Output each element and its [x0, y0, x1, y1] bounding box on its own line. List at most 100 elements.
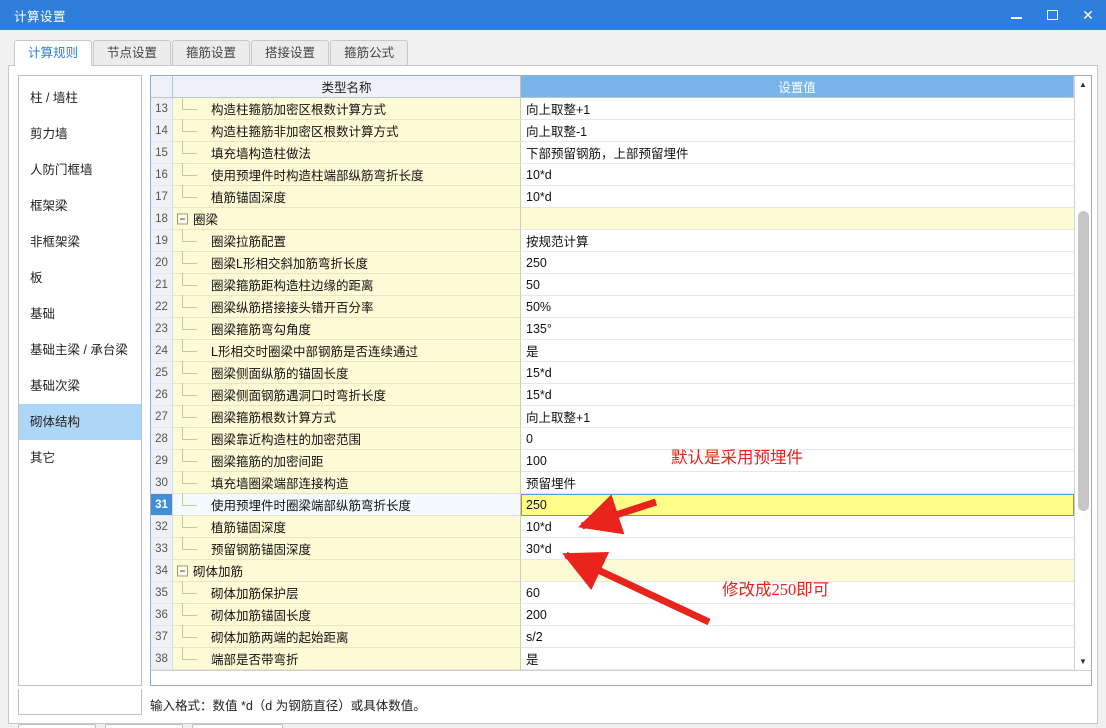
row-name-cell[interactable]: 使用预埋件时圈梁端部纵筋弯折长度 [173, 493, 521, 516]
row-value-cell[interactable]: 预留埋件 [521, 472, 1074, 494]
row-index[interactable]: 27 [151, 406, 173, 428]
row-name-cell[interactable]: 构造柱箍筋非加密区根数计算方式 [173, 119, 521, 142]
row-index[interactable]: 13 [151, 98, 173, 120]
row-value-cell[interactable]: 10*d [521, 164, 1074, 186]
tab-3[interactable]: 搭接设置 [251, 40, 330, 65]
row-index[interactable]: 16 [151, 164, 173, 186]
table-row[interactable]: 34 砌体加筋 [151, 560, 1074, 582]
maximize-button[interactable] [1034, 0, 1070, 30]
table-row[interactable]: 33 预留钢筋锚固深度 30*d [151, 537, 1074, 560]
row-name-cell[interactable]: 圈梁拉筋配置 [173, 229, 521, 252]
row-index[interactable]: 34 [151, 560, 173, 582]
table-row[interactable]: 15 填充墙构造柱做法 下部预留钢筋，上部预留埋件 [151, 141, 1074, 164]
table-row[interactable]: 20 圈梁L形相交斜加筋弯折长度 250 [151, 251, 1074, 274]
row-index[interactable]: 29 [151, 450, 173, 472]
table-row[interactable]: 35 砌体加筋保护层 60 [151, 581, 1074, 604]
scroll-up-button[interactable]: ▲ [1075, 76, 1092, 93]
table-row[interactable]: 14 构造柱箍筋非加密区根数计算方式 向上取整-1 [151, 119, 1074, 142]
tab-4[interactable]: 箍筋公式 [330, 40, 409, 65]
row-value-cell[interactable]: 是 [521, 648, 1074, 670]
table-row[interactable]: 18 圈梁 [151, 208, 1074, 230]
row-value-cell[interactable]: 250 [521, 494, 1074, 516]
tab-2[interactable]: 箍筋设置 [172, 40, 251, 65]
row-value-cell[interactable]: 135° [521, 318, 1074, 340]
sidebar-item-6[interactable]: 基础 [19, 296, 141, 332]
row-name-cell[interactable]: 圈梁纵筋搭接接头错开百分率 [173, 295, 521, 318]
row-value-cell[interactable]: 向上取整-1 [521, 120, 1074, 142]
row-name-cell[interactable]: 端部是否带弯折 [173, 647, 521, 670]
scrollbar-track[interactable] [1075, 93, 1092, 653]
table-row[interactable]: 31 使用预埋件时圈梁端部纵筋弯折长度 250 [151, 493, 1074, 516]
table-row[interactable]: 22 圈梁纵筋搭接接头错开百分率 50% [151, 295, 1074, 318]
scroll-down-button[interactable]: ▼ [1075, 653, 1092, 670]
row-value-cell[interactable]: 15*d [521, 384, 1074, 406]
row-index[interactable]: 30 [151, 472, 173, 494]
close-button[interactable]: ✕ [1070, 0, 1106, 30]
table-row[interactable]: 36 砌体加筋锚固长度 200 [151, 603, 1074, 626]
table-row[interactable]: 26 圈梁侧面钢筋遇洞口时弯折长度 15*d [151, 383, 1074, 406]
row-value-cell[interactable]: 下部预留钢筋，上部预留埋件 [521, 142, 1074, 164]
row-name-cell[interactable]: 砌体加筋保护层 [173, 581, 521, 604]
row-name-cell[interactable]: 植筋锚固深度 [173, 185, 521, 208]
row-index[interactable]: 36 [151, 604, 173, 626]
row-index[interactable]: 18 [151, 208, 173, 230]
row-value-cell[interactable]: 向上取整+1 [521, 98, 1074, 120]
row-value-cell[interactable]: 10*d [521, 186, 1074, 208]
row-index[interactable]: 17 [151, 186, 173, 208]
sidebar-item-3[interactable]: 框架梁 [19, 188, 141, 224]
footer-button-0[interactable]: 导入规则 [18, 724, 97, 728]
table-row[interactable]: 16 使用预埋件时构造柱端部纵筋弯折长度 10*d [151, 163, 1074, 186]
scrollbar-thumb[interactable] [1077, 211, 1089, 511]
row-name-cell[interactable]: 圈梁L形相交斜加筋弯折长度 [173, 251, 521, 274]
tab-0[interactable]: 计算规则 [14, 40, 93, 66]
table-row[interactable]: 24 L形相交时圈梁中部钢筋是否连续通过 是 [151, 339, 1074, 362]
row-value-cell[interactable]: 15*d [521, 362, 1074, 384]
row-name-cell[interactable]: 圈梁箍筋的加密间距 [173, 449, 521, 472]
row-index[interactable]: 37 [151, 626, 173, 648]
table-row[interactable]: 38 端部是否带弯折 是 [151, 647, 1074, 670]
row-index[interactable]: 21 [151, 274, 173, 296]
row-value-cell[interactable]: 50% [521, 296, 1074, 318]
row-index[interactable]: 25 [151, 362, 173, 384]
table-row[interactable]: 13 构造柱箍筋加密区根数计算方式 向上取整+1 [151, 98, 1074, 120]
row-index[interactable]: 38 [151, 648, 173, 670]
row-value-cell[interactable]: 10*d [521, 516, 1074, 538]
row-name-cell[interactable]: 构造柱箍筋加密区根数计算方式 [173, 98, 521, 120]
row-name-cell[interactable]: 植筋锚固深度 [173, 515, 521, 538]
minimize-button[interactable] [998, 0, 1034, 30]
table-row[interactable]: 32 植筋锚固深度 10*d [151, 515, 1074, 538]
sidebar-item-5[interactable]: 板 [19, 260, 141, 296]
row-index[interactable]: 26 [151, 384, 173, 406]
vertical-scrollbar[interactable]: ▲ ▼ [1074, 76, 1091, 670]
footer-button-1[interactable]: 导出规则 [105, 724, 184, 728]
table-row[interactable]: 21 圈梁箍筋距构造柱边缘的距离 50 [151, 273, 1074, 296]
column-header-value[interactable]: 设置值 [521, 76, 1074, 98]
footer-button-2[interactable]: 恢复默认值 [192, 724, 283, 728]
row-index[interactable]: 23 [151, 318, 173, 340]
row-name-cell[interactable]: 圈梁箍筋弯勾角度 [173, 317, 521, 340]
row-name-cell[interactable]: L形相交时圈梁中部钢筋是否连续通过 [173, 339, 521, 362]
row-name-cell[interactable]: 圈梁箍筋根数计算方式 [173, 405, 521, 428]
table-row[interactable]: 30 填充墙圈梁端部连接构造 预留埋件 [151, 471, 1074, 494]
row-index[interactable]: 19 [151, 230, 173, 252]
row-index[interactable]: 24 [151, 340, 173, 362]
row-name-cell[interactable]: 圈梁箍筋距构造柱边缘的距离 [173, 273, 521, 296]
row-value-cell[interactable]: 向上取整+1 [521, 406, 1074, 428]
row-value-cell[interactable]: 30*d [521, 538, 1074, 560]
row-value-cell[interactable] [521, 560, 1074, 582]
table-row[interactable]: 27 圈梁箍筋根数计算方式 向上取整+1 [151, 405, 1074, 428]
sidebar-item-2[interactable]: 人防门框墙 [19, 152, 141, 188]
row-value-cell[interactable]: s/2 [521, 626, 1074, 648]
row-name-cell[interactable]: 砌体加筋 [173, 560, 521, 582]
row-index[interactable]: 32 [151, 516, 173, 538]
table-row[interactable]: 29 圈梁箍筋的加密间距 100 [151, 449, 1074, 472]
row-index[interactable]: 15 [151, 142, 173, 164]
row-index[interactable]: 35 [151, 582, 173, 604]
row-value-cell[interactable]: 60 [521, 582, 1074, 604]
row-index[interactable]: 14 [151, 120, 173, 142]
sidebar-item-1[interactable]: 剪力墙 [19, 116, 141, 152]
row-value-cell[interactable]: 250 [521, 252, 1074, 274]
row-value-cell[interactable]: 是 [521, 340, 1074, 362]
collapse-toggle-icon[interactable] [173, 208, 193, 229]
row-name-cell[interactable]: 预留钢筋锚固深度 [173, 537, 521, 560]
